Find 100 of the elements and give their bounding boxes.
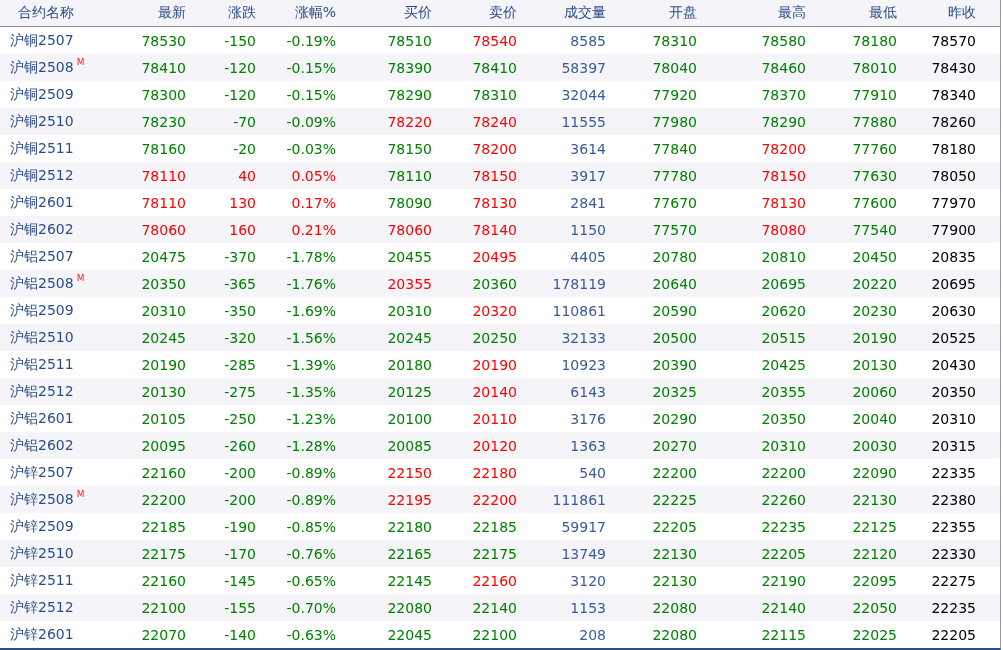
table-cell: 20230	[852, 302, 897, 319]
table-cell: 4405	[570, 248, 606, 265]
table-cell: 78130	[472, 194, 517, 211]
table-row[interactable]: 沪锌2510 22175 -170 -0.76% 22165 22175 13749 22130 22205 22120 22330	[0, 540, 1000, 567]
table-cell: 78240	[472, 113, 517, 130]
table-cell: 20310	[141, 302, 186, 319]
column-header: 最低	[869, 4, 897, 22]
table-cell: 78410	[141, 59, 186, 76]
table-cell: 20125	[387, 383, 432, 400]
table-cell: 22355	[931, 518, 976, 535]
table-cell: 20030	[852, 437, 897, 454]
table-cell: 78580	[761, 32, 806, 49]
table-cell: -0.89%	[286, 464, 336, 481]
table-cell: 3917	[570, 167, 606, 184]
table-row[interactable]: 沪铜2512 78110 40 0.05% 78110 78150 3917 77780 78150 77630 78050	[0, 162, 1000, 189]
table-cell: 3176	[570, 410, 606, 427]
table-cell: 20390	[652, 356, 697, 373]
table-cell: 3614	[570, 140, 606, 157]
table-row[interactable]: 沪铝2602 20095 -260 -1.28% 20085 20120 1363 20270 20310 20030 20315	[0, 432, 1000, 459]
table-cell: 20310	[931, 410, 976, 427]
table-cell: 22165	[387, 545, 432, 562]
table-cell: 78080	[761, 221, 806, 238]
table-cell: 20620	[761, 302, 806, 319]
table-cell: 22235	[931, 599, 976, 616]
table-cell: 20425	[761, 356, 806, 373]
table-cell: 20695	[761, 275, 806, 292]
contract-name: 沪铝2601	[10, 409, 74, 428]
table-cell: 78150	[472, 167, 517, 184]
table-cell: 20350	[761, 410, 806, 427]
table-cell: 20360	[472, 275, 517, 292]
table-row[interactable]: 沪锌2508 M 22200 -200 -0.89% 22195 22200 111861 22225 22260 22130 22380	[0, 486, 1000, 513]
contract-name: 沪铜2508	[10, 58, 74, 77]
table-cell: 22175	[472, 545, 517, 562]
table-cell: 20040	[852, 410, 897, 427]
table-cell: -120	[224, 59, 256, 76]
table-cell: 77780	[652, 167, 697, 184]
table-cell: 78340	[931, 86, 976, 103]
table-cell: 22145	[387, 572, 432, 589]
table-cell: 58397	[561, 59, 606, 76]
table-cell: 22095	[852, 572, 897, 589]
contract-name: 沪铝2510	[10, 328, 74, 347]
table-cell: 78540	[472, 32, 517, 49]
contract-name: 沪锌2601	[10, 625, 74, 644]
table-cell: 78150	[761, 167, 806, 184]
table-cell: 78310	[472, 86, 517, 103]
table-cell: 20525	[931, 329, 976, 346]
table-cell: -0.03%	[286, 140, 336, 157]
table-cell: 40	[238, 167, 256, 184]
column-header: 卖价	[489, 4, 517, 22]
table-cell: -70	[233, 113, 256, 130]
table-cell: 22090	[852, 464, 897, 481]
table-cell: 22200	[652, 464, 697, 481]
table-cell: 78150	[387, 140, 432, 157]
table-cell: -1.56%	[286, 329, 336, 346]
column-header: 涨幅%	[294, 4, 336, 22]
table-row[interactable]: 沪铜2510 78230 -70 -0.09% 78220 78240 11555 77980 78290 77880 78260	[0, 108, 1000, 135]
contract-name: 沪铝2509	[10, 301, 74, 320]
table-cell: 20355	[387, 275, 432, 292]
contract-name: 沪铜2507	[10, 31, 74, 50]
table-row[interactable]: 沪锌2512 22100 -155 -0.70% 22080 22140 1153 22080 22140 22050 22235	[0, 594, 1000, 621]
table-cell: -0.15%	[286, 59, 336, 76]
table-row[interactable]: 沪铜2602 78060 160 0.21% 78060 78140 1150 77570 78080 77540 77900	[0, 216, 1000, 243]
table-cell: 22045	[387, 626, 432, 643]
table-cell: 20310	[761, 437, 806, 454]
table-cell: 22125	[852, 518, 897, 535]
table-cell: 22080	[387, 599, 432, 616]
table-cell: 22130	[652, 545, 697, 562]
table-cell: 20495	[472, 248, 517, 265]
table-cell: 22140	[472, 599, 517, 616]
table-cell: 77670	[652, 194, 697, 211]
table-cell: 130	[229, 194, 256, 211]
table-cell: -200	[224, 491, 256, 508]
contract-name: 沪铝2602	[10, 436, 74, 455]
table-cell: 22025	[852, 626, 897, 643]
table-cell: 32133	[561, 329, 606, 346]
table-cell: -1.23%	[286, 410, 336, 427]
table-row[interactable]: 沪铝2510 20245 -320 -1.56% 20245 20250 32133 20500 20515 20190 20525	[0, 324, 1000, 351]
table-row[interactable]: 沪铜2508 M 78410 -120 -0.15% 78390 78410 58397 78040 78460 78010 78430	[0, 54, 1000, 81]
table-cell: -1.35%	[286, 383, 336, 400]
table-cell: 22150	[387, 464, 432, 481]
table-row[interactable]: 沪铝2512 20130 -275 -1.35% 20125 20140 6143 20325 20355 20060 20350	[0, 378, 1000, 405]
table-cell: -1.28%	[286, 437, 336, 454]
table-cell: 78230	[141, 113, 186, 130]
table-cell: 22175	[141, 545, 186, 562]
table-row[interactable]: 沪铝2508 M 20350 -365 -1.76% 20355 20360 178119 20640 20695 20220 20695	[0, 270, 1000, 297]
table-cell: 78180	[931, 140, 976, 157]
table-cell: 22080	[652, 599, 697, 616]
table-cell: 20085	[387, 437, 432, 454]
table-cell: 32044	[561, 86, 606, 103]
table-cell: 22205	[931, 626, 976, 643]
table-cell: -140	[224, 626, 256, 643]
table-cell: 20130	[141, 383, 186, 400]
table-cell: 22120	[852, 545, 897, 562]
table-cell: 20120	[472, 437, 517, 454]
table-cell: 20475	[141, 248, 186, 265]
contract-name: 沪锌2507	[10, 463, 74, 482]
table-cell: 22200	[761, 464, 806, 481]
table-cell: -285	[224, 356, 256, 373]
table-cell: 22070	[141, 626, 186, 643]
table-cell: 22160	[472, 572, 517, 589]
